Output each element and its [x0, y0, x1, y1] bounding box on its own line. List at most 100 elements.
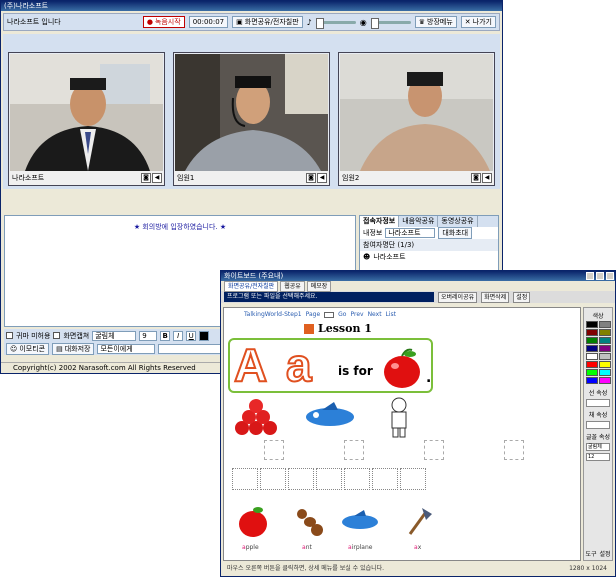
- exit-button[interactable]: ✕ 나가기: [460, 16, 496, 28]
- tab-memo[interactable]: 메모장: [306, 280, 332, 292]
- participant-pane: 접속자정보 내음악공유 동영상공유 내정보 나라소프트 대화초대 참여자명단 (…: [359, 215, 499, 275]
- mute-checkbox[interactable]: [6, 332, 13, 339]
- trace-box[interactable]: [372, 468, 398, 490]
- invite-button[interactable]: 대화초대: [438, 227, 473, 239]
- camera-icon[interactable]: ◙: [471, 173, 481, 183]
- nav-next[interactable]: Next: [368, 311, 382, 318]
- color-swatch[interactable]: [599, 361, 611, 368]
- trace-box[interactable]: [400, 468, 426, 490]
- color-swatch[interactable]: [586, 321, 598, 328]
- screen-capture-checkbox[interactable]: [53, 332, 61, 339]
- color-swatch[interactable]: [599, 353, 611, 360]
- color-swatch[interactable]: [599, 377, 611, 384]
- trace-box[interactable]: [232, 468, 258, 490]
- tab-participants[interactable]: 접속자정보: [360, 216, 400, 227]
- tool-tabs: 도구 설정: [584, 549, 612, 558]
- settings-button[interactable]: 설정: [513, 291, 531, 303]
- color-swatch[interactable]: [586, 361, 598, 368]
- trace-box[interactable]: [424, 440, 444, 460]
- screen-share-button[interactable]: ▣ 화면공유/전자칠판: [232, 16, 303, 28]
- trace-box[interactable]: [264, 440, 284, 460]
- nav-prev[interactable]: Prev: [350, 311, 363, 318]
- group-row: 참여자명단 (1/3): [360, 239, 498, 251]
- nav-go[interactable]: Go: [338, 311, 346, 318]
- tab-screen-share[interactable]: 화면공유/전자칠판: [224, 280, 279, 292]
- nav-list[interactable]: List: [386, 311, 397, 318]
- resolution-readout: 1280 x 1024: [569, 565, 607, 572]
- overlay-share-button[interactable]: 오버레이공유: [438, 291, 478, 303]
- record-button[interactable]: ● 녹음시작: [142, 16, 185, 28]
- smile-icon: ☺: [10, 344, 18, 353]
- camera-icon[interactable]: ◙: [306, 173, 316, 183]
- tab-tools[interactable]: 도구: [585, 549, 596, 558]
- trace-box[interactable]: [316, 468, 342, 490]
- record-icon: ●: [146, 18, 153, 26]
- save-chat-label: 대화저장: [64, 344, 91, 353]
- trace-box[interactable]: [344, 440, 364, 460]
- color-swatch[interactable]: [586, 369, 598, 376]
- fill-select[interactable]: [586, 421, 610, 429]
- program-select[interactable]: 프로그램 또는 파일을 선택해주세요.: [224, 292, 434, 302]
- word-rest: nt: [305, 544, 312, 551]
- whiteboard-title: 화이트보드 (주요내): [221, 271, 615, 281]
- tab-settings[interactable]: 설정: [599, 549, 610, 558]
- member-row[interactable]: ☻ 나라소프트: [360, 251, 498, 263]
- speaker-icon[interactable]: ◀: [317, 173, 327, 183]
- color-swatch[interactable]: [586, 377, 598, 384]
- trace-box[interactable]: [344, 468, 370, 490]
- word-rest: x: [417, 544, 422, 551]
- color-swatch[interactable]: [586, 353, 598, 360]
- emoticon-button[interactable]: ☺ 이모티콘: [6, 342, 50, 355]
- italic-button[interactable]: I: [173, 330, 184, 341]
- emoticon-label: 이모티콘: [19, 344, 46, 353]
- camera-icon[interactable]: ◙: [141, 173, 151, 183]
- apple-icon: [239, 507, 267, 537]
- bold-button[interactable]: B: [160, 330, 171, 341]
- minimize-icon[interactable]: [586, 272, 594, 280]
- font-select[interactable]: 굴림체: [92, 330, 137, 341]
- color-swatch[interactable]: [586, 337, 598, 344]
- whiteboard-window: 화이트보드 (주요내) 화면공유/전자칠판 웹공유 메모장 프로그램 또는 파일…: [220, 270, 616, 577]
- whiteboard-status-bar: 마우스 오른쪽 버튼을 클릭하면, 상세 메뉴를 보실 수 있습니다. 1280…: [223, 564, 613, 574]
- speaker-icon[interactable]: ◀: [152, 173, 162, 183]
- color-swatch[interactable]: [599, 321, 611, 328]
- line-select[interactable]: [586, 399, 610, 407]
- book-icon: [304, 323, 314, 334]
- trace-box[interactable]: [504, 440, 524, 460]
- font-size-select[interactable]: 9: [139, 330, 158, 341]
- color-swatch[interactable]: [599, 337, 611, 344]
- page-input[interactable]: [324, 311, 335, 318]
- tab-music-share[interactable]: 내음악공유: [399, 216, 439, 227]
- whiteboard-canvas[interactable]: TalkingWorld-Step1 Page Go Prev Next Lis…: [223, 307, 581, 561]
- trace-box[interactable]: [288, 468, 314, 490]
- speaker-volume-slider[interactable]: [315, 17, 356, 29]
- host-menu-button[interactable]: ♛ 방장메뉴: [414, 16, 457, 28]
- color-swatch[interactable]: [599, 369, 611, 376]
- speaker-icon[interactable]: ◀: [482, 173, 492, 183]
- word-rest: irplane: [351, 544, 373, 551]
- font-select[interactable]: 굴림체: [586, 443, 610, 451]
- recipient-select[interactable]: 모든이에게: [97, 343, 156, 354]
- close-icon[interactable]: [606, 272, 614, 280]
- chat-message: ★ 회의방에 입장하였습니다. ★: [133, 223, 227, 231]
- tab-video-share[interactable]: 동영상공유: [438, 216, 478, 227]
- maximize-icon[interactable]: [596, 272, 604, 280]
- tab-web-share[interactable]: 웹공유: [280, 280, 305, 292]
- color-swatch[interactable]: [599, 329, 611, 336]
- color-swatch[interactable]: [599, 345, 611, 352]
- underline-button[interactable]: U: [186, 330, 197, 341]
- color-button[interactable]: [199, 330, 210, 341]
- close-icon: ✕: [464, 18, 471, 26]
- color-swatch[interactable]: [586, 329, 598, 336]
- size-select[interactable]: 12: [586, 453, 610, 461]
- astronaut-icon: [391, 397, 407, 438]
- color-label: 색상: [592, 313, 604, 320]
- trace-box[interactable]: [260, 468, 286, 490]
- video-controls: ◙ ◀: [141, 173, 162, 183]
- color-swatch[interactable]: [586, 345, 598, 352]
- lesson-link[interactable]: TalkingWorld-Step1: [244, 311, 302, 318]
- clear-screen-button[interactable]: 화면삭제: [481, 291, 510, 303]
- mic-volume-slider[interactable]: [370, 17, 411, 29]
- save-chat-button[interactable]: ▤ 대화저장: [52, 342, 95, 355]
- whiteboard-tabs: 화면공유/전자칠판 웹공유 메모장: [221, 280, 615, 292]
